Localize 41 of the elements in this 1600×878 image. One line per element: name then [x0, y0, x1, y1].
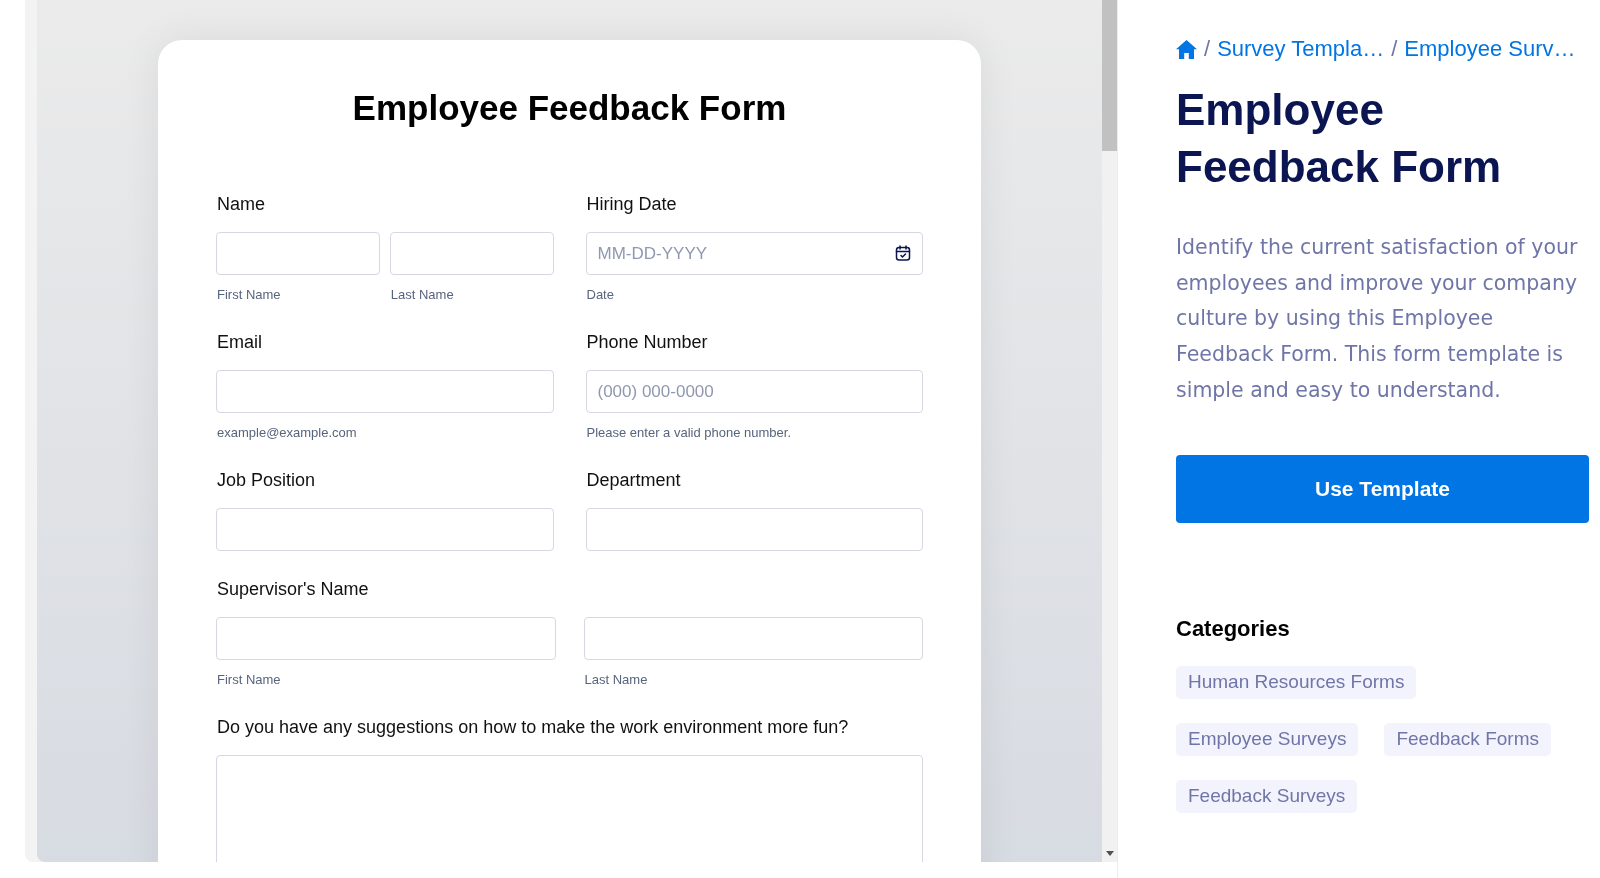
field-sublabel: Last Name: [389, 286, 455, 304]
breadcrumb-separator: /: [1204, 37, 1211, 61]
field-sublabel: First Name: [216, 671, 282, 689]
home-icon[interactable]: [1176, 39, 1197, 59]
field-label: Email: [216, 331, 263, 354]
template-description: Identify the current satisfaction of your employees and improve your company culture by using this Employee Feedback Form. This form template is simple and easy to understand.: [1176, 234, 1579, 404]
category-tag[interactable]: Feedback Forms: [1384, 722, 1551, 756]
category-tag[interactable]: Feedback Surveys: [1176, 779, 1358, 813]
date-input[interactable]: MM-DD-YYYY: [585, 232, 923, 275]
scrollbar-thumb[interactable]: [1102, 0, 1117, 151]
text-input[interactable]: [216, 617, 556, 660]
text-input[interactable]: [216, 370, 554, 413]
field-sublabel: First Name: [216, 286, 282, 304]
field-label: Supervisor's Name: [216, 578, 370, 601]
field-sublabel: Please enter a valid phone number.: [585, 424, 793, 442]
breadcrumb-separator: /: [1391, 37, 1398, 61]
breadcrumb-link[interactable]: Survey Templa…: [1217, 37, 1385, 61]
form-title: Employee Feedback Form: [351, 88, 788, 128]
breadcrumb-link[interactable]: Employee Surv…: [1404, 37, 1576, 61]
categories-heading: Categories: [1176, 615, 1291, 642]
text-input[interactable]: [585, 508, 923, 551]
text-input[interactable]: [389, 232, 554, 275]
scroll-down-arrow-icon[interactable]: [1105, 851, 1114, 856]
category-tag[interactable]: Human Resources Forms: [1176, 665, 1417, 699]
text-input[interactable]: [583, 617, 923, 660]
field-label: Phone Number: [585, 331, 709, 354]
category-tag[interactable]: Employee Surveys: [1176, 722, 1359, 756]
use-template-button[interactable]: Use Template: [1176, 454, 1589, 523]
text-input[interactable]: [216, 508, 554, 551]
calendar-icon: [895, 245, 911, 261]
field-label: Hiring Date: [585, 193, 678, 216]
text-input[interactable]: (000) 000-0000: [585, 370, 923, 413]
field-sublabel: example@example.com: [216, 424, 358, 442]
field-label: Name: [216, 193, 266, 216]
field-label: Job Position: [216, 469, 317, 492]
template-title: Employee Feedback Form: [1176, 84, 1503, 193]
field-sublabel: Date: [585, 286, 615, 304]
text-input[interactable]: [216, 232, 380, 275]
field-label: Department: [585, 469, 682, 492]
field-sublabel: Last Name: [583, 671, 649, 689]
field-label: Do you have any suggestions on how to make the work environment more fun?: [216, 716, 850, 739]
